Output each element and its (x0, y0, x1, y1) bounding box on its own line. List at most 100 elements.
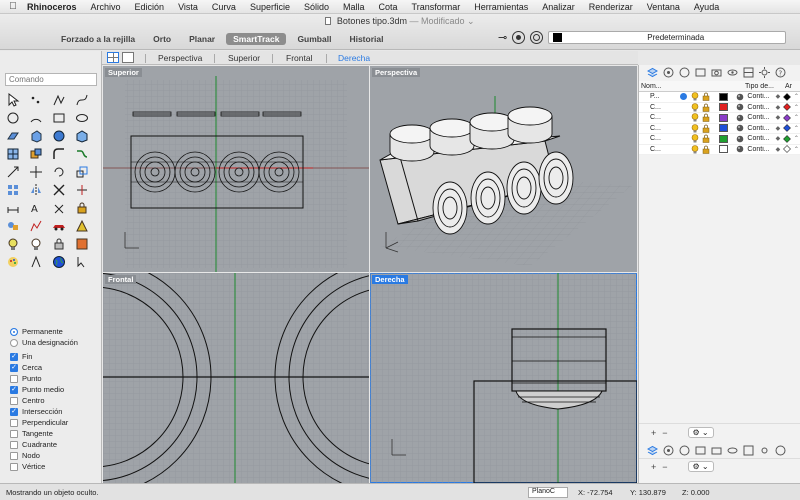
col-header-name[interactable]: Nom... (639, 83, 719, 90)
osnap-near[interactable]: ✓ Cerca (10, 363, 42, 372)
named-views-icon[interactable] (743, 67, 754, 78)
render-icon[interactable] (72, 218, 91, 233)
menu-solido[interactable]: Sólido (297, 2, 336, 12)
planar-button[interactable]: Planar (182, 33, 222, 45)
chevron-updown-icon[interactable]: ◆ (773, 125, 782, 132)
osnap-knot[interactable]: Nodo (10, 451, 40, 460)
checkbox-end[interactable]: ✓ (10, 352, 18, 361)
properties-icon[interactable] (663, 67, 674, 78)
mesh-icon[interactable] (3, 146, 22, 161)
layer-row[interactable]: C... Conti... ◆ ⌃ (639, 102, 800, 113)
layer-color-swatch[interactable] (718, 134, 729, 143)
earth-icon[interactable] (49, 254, 68, 269)
lightbulb-icon[interactable] (690, 102, 701, 112)
menu-superficie[interactable]: Superficie (243, 2, 297, 12)
polyline-icon[interactable] (49, 92, 68, 107)
checkbox-intersection[interactable]: ✓ (10, 407, 18, 416)
surface-icon[interactable] (3, 128, 22, 143)
menu-curva[interactable]: Curva (205, 2, 243, 12)
print-color-icon[interactable] (783, 124, 792, 133)
extrude-icon[interactable] (26, 128, 45, 143)
checkbox-center[interactable] (10, 396, 18, 405)
move-icon[interactable] (26, 164, 45, 179)
target-icon[interactable] (530, 31, 544, 44)
current-layer-indicator[interactable] (677, 93, 690, 101)
material-sphere-icon[interactable] (734, 145, 745, 153)
layer-row[interactable]: C... Conti... ◆ ⌃ (639, 134, 800, 145)
checkbox-perpendicular[interactable] (10, 418, 18, 427)
blend-icon[interactable] (72, 146, 91, 161)
menu-vista[interactable]: Vista (171, 2, 205, 12)
layer-color-swatch[interactable] (718, 92, 729, 101)
col-header-linetype[interactable]: Tipo de... (719, 83, 775, 90)
osnap-midpoint[interactable]: ✓ Punto medio (10, 385, 64, 394)
display-icon-lower[interactable] (679, 445, 690, 456)
text-icon[interactable]: A (26, 200, 45, 215)
select-arrow-icon[interactable] (3, 92, 22, 107)
col-header-print[interactable]: Ar (775, 83, 797, 90)
array-icon[interactable] (3, 182, 22, 197)
viewport-front[interactable]: Frontal (103, 273, 369, 483)
history-button[interactable]: Historial (342, 33, 390, 45)
materials-icon[interactable] (695, 67, 706, 78)
lock-icon[interactable] (72, 200, 91, 215)
layers-icon-lower[interactable] (647, 445, 658, 456)
checkbox-tangent[interactable] (10, 429, 18, 438)
layer-lock-icon[interactable] (49, 236, 68, 251)
boolean-icon[interactable] (26, 146, 45, 161)
palette-icon[interactable] (3, 254, 22, 269)
material-sphere-icon[interactable] (734, 114, 745, 122)
print-color-icon[interactable] (783, 145, 792, 154)
ellipse-icon[interactable] (72, 110, 91, 125)
visibility-icon-lower[interactable] (727, 445, 738, 456)
material-sphere-icon[interactable] (734, 135, 745, 143)
viewport-label-top[interactable]: Superior (105, 68, 142, 77)
sun-icon-lower[interactable] (759, 445, 770, 456)
material-sphere-icon[interactable] (734, 124, 745, 132)
layer-row[interactable]: C... Conti... ◆ ⌃ (639, 144, 800, 155)
chevron-updown-icon[interactable]: ⌃ (792, 104, 800, 111)
viewport-top[interactable]: Superior (103, 66, 369, 272)
lightbulb-icon[interactable] (690, 134, 701, 143)
render-panel-icon[interactable] (711, 67, 722, 78)
help-icon-lower[interactable] (775, 445, 786, 456)
grid-snap-button[interactable]: Forzado a la rejilla (54, 33, 142, 45)
lightbulb-icon[interactable] (690, 144, 701, 154)
chevron-updown-icon[interactable]: ◆ (773, 135, 782, 142)
lock-icon[interactable] (701, 113, 712, 122)
gumball-button[interactable]: Gumball (290, 33, 338, 45)
osnap-perpendicular[interactable]: Perpendicular (10, 418, 68, 427)
tab-perspectiva[interactable]: Perspectiva (158, 53, 202, 63)
mirror-icon[interactable] (26, 182, 45, 197)
camera-icon[interactable] (26, 254, 45, 269)
radio-single[interactable] (10, 338, 18, 347)
osnap-tangent[interactable]: Tangente (10, 429, 53, 438)
lock-icon[interactable] (701, 103, 712, 112)
layer-name[interactable]: C... (639, 114, 677, 121)
chevron-updown-icon[interactable]: ⌃ (792, 135, 800, 142)
single-view-layout-icon[interactable] (122, 52, 134, 63)
lock-icon[interactable] (701, 134, 712, 143)
menu-archivo[interactable]: Archivo (84, 2, 128, 12)
apple-menu-icon[interactable]:  (6, 1, 20, 12)
layer-linetype[interactable]: Conti... (745, 125, 773, 132)
chevron-updown-icon[interactable]: ⌃ (792, 114, 800, 121)
menu-transformar[interactable]: Transformar (405, 2, 468, 12)
viewport-right[interactable]: Derecha (370, 273, 637, 483)
four-view-layout-icon[interactable] (107, 52, 119, 63)
layer-linetype[interactable]: Conti... (745, 93, 773, 100)
light-icon[interactable] (3, 236, 22, 251)
fillet-icon[interactable] (49, 146, 68, 161)
layer-linetype[interactable]: Conti... (745, 114, 773, 121)
add-layer-button[interactable]: + (651, 428, 656, 438)
viewport-perspective[interactable]: Perspectiva (370, 66, 637, 272)
lightbulb-icon[interactable] (690, 123, 701, 133)
sphere-icon[interactable] (49, 128, 68, 143)
render-panel-icon-lower[interactable] (711, 445, 722, 456)
chevron-down-icon[interactable]: ⌄ (465, 16, 475, 26)
material-icon[interactable] (72, 236, 91, 251)
remove-button-lower[interactable]: − (662, 462, 667, 472)
menu-ayuda[interactable]: Ayuda (687, 2, 726, 12)
print-color-icon[interactable] (783, 134, 792, 143)
osnap-center[interactable]: Centro (10, 396, 45, 405)
